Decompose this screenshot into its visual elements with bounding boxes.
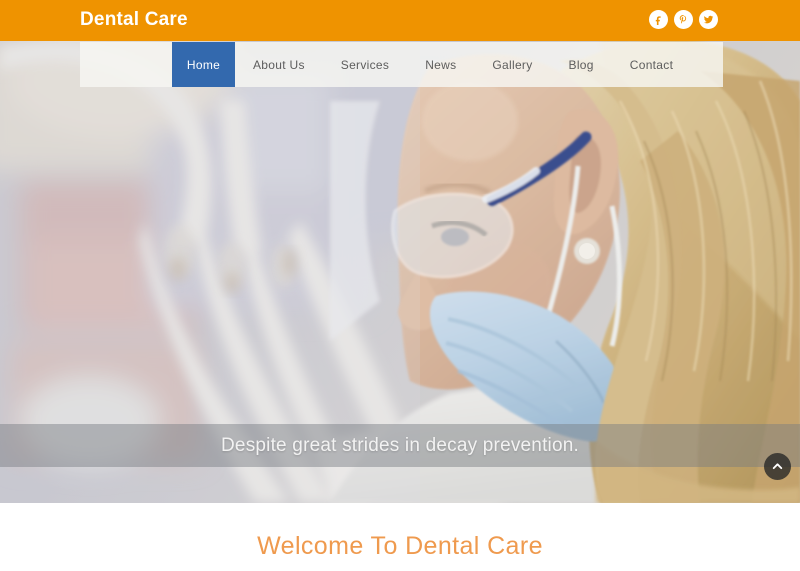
nav-item-news[interactable]: News xyxy=(407,42,474,87)
hero-caption: Despite great strides in decay preventio… xyxy=(221,434,579,456)
nav-item-contact[interactable]: Contact xyxy=(612,42,691,87)
pinterest-icon[interactable] xyxy=(674,10,693,29)
social-links xyxy=(649,10,718,29)
facebook-icon[interactable] xyxy=(649,10,668,29)
main-navigation: Home About Us Services News Gallery Blog… xyxy=(80,42,723,87)
nav-item-about-us[interactable]: About Us xyxy=(235,42,323,87)
welcome-heading: Welcome To Dental Care xyxy=(257,532,543,560)
site-header: Dental Care xyxy=(0,0,800,41)
site-logo[interactable]: Dental Care xyxy=(80,8,188,32)
nav-item-gallery[interactable]: Gallery xyxy=(474,42,550,87)
chevron-up-icon[interactable] xyxy=(764,453,791,480)
welcome-section: Welcome To Dental Care xyxy=(0,503,800,571)
nav-item-home[interactable]: Home xyxy=(172,42,235,87)
twitter-icon[interactable] xyxy=(699,10,718,29)
nav-item-services[interactable]: Services xyxy=(323,42,407,87)
nav-item-blog[interactable]: Blog xyxy=(551,42,612,87)
hero-banner: Despite great strides in decay preventio… xyxy=(0,41,800,503)
